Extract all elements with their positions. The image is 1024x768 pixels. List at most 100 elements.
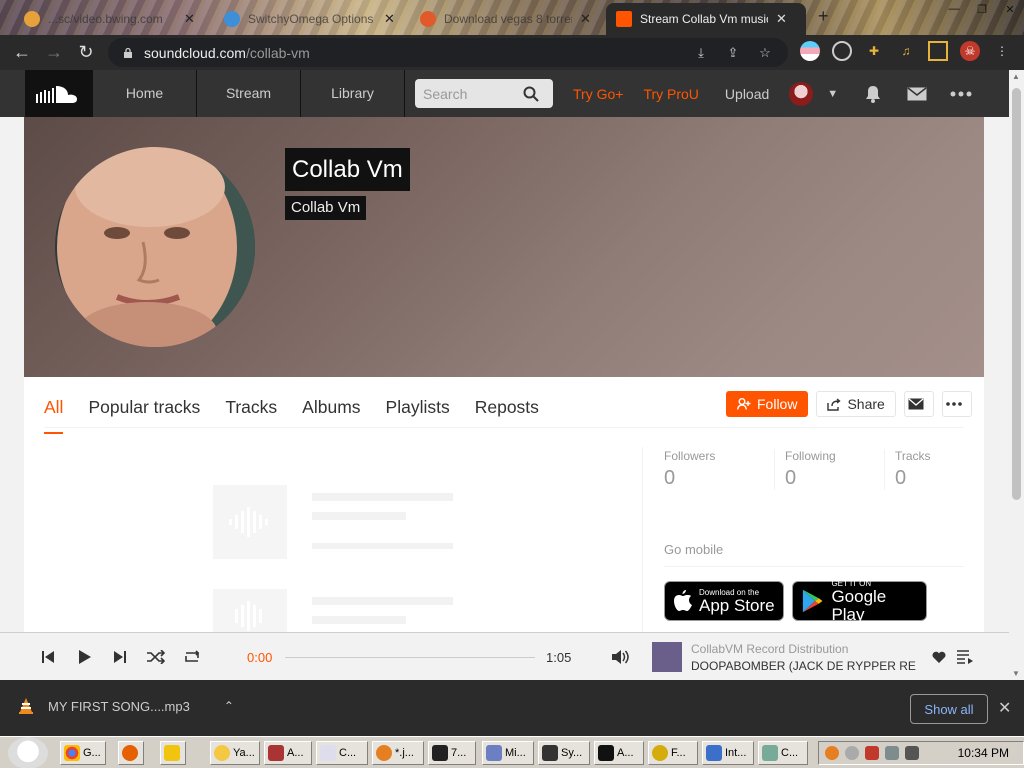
tray-search-icon[interactable]	[825, 746, 839, 760]
taskbar-item[interactable]: Ya...	[210, 741, 260, 765]
profile-avatar-icon[interactable]: ☠	[960, 41, 980, 61]
taskbar-item[interactable]	[160, 741, 186, 765]
browser-tab[interactable]: ...sc/video.bwing.com ✕	[14, 3, 210, 35]
more-actions-button[interactable]	[941, 391, 972, 417]
back-icon[interactable]: ←	[6, 37, 38, 69]
forward-icon[interactable]: →	[38, 37, 70, 69]
share-button[interactable]: Share	[816, 391, 896, 417]
browser-tab[interactable]: Download vegas 8 torrent ✕	[410, 3, 606, 35]
notepad-icon	[320, 745, 336, 761]
media-icon[interactable]: ♫	[896, 41, 916, 61]
taskbar-item[interactable]: Mi...	[482, 741, 534, 765]
close-icon[interactable]: ✕	[184, 11, 195, 27]
tab-playlists[interactable]: Playlists	[386, 397, 450, 434]
try-pro-link[interactable]: Try ProU	[643, 86, 698, 102]
taskbar-item[interactable]: C...	[758, 741, 808, 765]
install-app-icon[interactable]: ⤓	[692, 44, 710, 62]
nav-library[interactable]: Library	[301, 70, 405, 117]
tab-albums[interactable]: Albums	[302, 397, 360, 434]
browser-tab-active[interactable]: Stream Collab Vm music ✕	[606, 3, 806, 35]
start-button[interactable]	[8, 737, 48, 768]
notifications-bell-icon[interactable]	[862, 83, 884, 105]
flag-extension-icon[interactable]	[800, 41, 820, 61]
volume-icon[interactable]	[611, 647, 631, 667]
queue-list-icon[interactable]	[955, 647, 975, 667]
tab-all[interactable]: All	[44, 397, 64, 434]
sidebar-icon[interactable]	[928, 41, 948, 61]
stat-tracks[interactable]: Tracks 0	[884, 449, 994, 490]
more-options-icon[interactable]	[950, 83, 972, 105]
soundcloud-logo-icon[interactable]	[25, 70, 93, 117]
app-store-badge[interactable]: Download on the App Store	[664, 581, 784, 621]
tray-app-icon[interactable]	[845, 746, 859, 760]
scroll-up-icon[interactable]: ▲	[1012, 72, 1020, 81]
taskbar-item[interactable]: Sy...	[538, 741, 590, 765]
tab-popular-tracks[interactable]: Popular tracks	[88, 397, 200, 434]
tray-network-icon[interactable]	[885, 746, 899, 760]
clock[interactable]: 10:34 PM	[958, 746, 1009, 760]
playback-progress-bar[interactable]	[285, 657, 535, 658]
tab-reposts[interactable]: Reposts	[475, 397, 539, 434]
tray-security-icon[interactable]	[865, 746, 879, 760]
play-icon[interactable]	[75, 647, 95, 667]
now-playing-artist[interactable]: CollabVM Record Distribution	[691, 642, 848, 656]
show-all-downloads-button[interactable]: Show all	[910, 694, 988, 724]
page-scrollbar[interactable]: ▲ ▼	[1009, 70, 1024, 680]
taskbar-item[interactable]: A...	[264, 741, 312, 765]
minimize-icon[interactable]: —	[940, 0, 968, 18]
now-playing-title[interactable]: DOOPABOMBER (JACK DE RYPPER RE...	[691, 659, 916, 673]
chevron-down-icon[interactable]: ▼	[827, 88, 838, 100]
search-icon[interactable]	[523, 86, 539, 102]
google-play-badge[interactable]: GET IT ON Google Play	[792, 579, 927, 623]
scrollbar-thumb[interactable]	[1012, 88, 1021, 500]
repeat-icon[interactable]	[182, 647, 202, 667]
address-bar[interactable]: soundcloud.com/collab-vm ⤓ ⇪ ☆	[108, 38, 788, 67]
taskbar-item[interactable]	[118, 741, 144, 765]
share-page-icon[interactable]: ⇪	[724, 44, 742, 62]
bookmark-star-icon[interactable]: ☆	[756, 44, 774, 62]
try-go-plus-link[interactable]: Try Go+	[573, 86, 623, 102]
taskbar-item[interactable]: *.j...	[372, 741, 424, 765]
taskbar-item[interactable]: C...	[316, 741, 368, 765]
puzzle-extension-icon[interactable]: ✚	[864, 41, 884, 61]
tray-volume-icon[interactable]	[905, 746, 919, 760]
previous-track-icon[interactable]	[38, 647, 58, 667]
close-window-icon[interactable]: ✕	[996, 0, 1024, 18]
like-heart-icon[interactable]	[929, 647, 949, 667]
taskbar-item[interactable]: G...	[60, 741, 106, 765]
browser-menu-icon[interactable]: ⋮	[992, 41, 1012, 61]
messages-envelope-icon[interactable]	[906, 83, 928, 105]
close-icon[interactable]: ✕	[384, 11, 395, 27]
nav-home[interactable]: Home	[93, 70, 197, 117]
browser-tab[interactable]: SwitchyOmega Options ✕	[214, 3, 410, 35]
close-icon[interactable]: ✕	[580, 11, 591, 27]
tab-tracks[interactable]: Tracks	[225, 397, 277, 434]
new-tab-button[interactable]: +	[818, 6, 829, 27]
close-icon[interactable]: ✕	[776, 11, 787, 27]
download-item[interactable]: MY FIRST SONG....mp3 ⌃	[18, 698, 234, 714]
nav-stream[interactable]: Stream	[197, 70, 301, 117]
close-icon[interactable]: ✕	[998, 698, 1011, 718]
record-extension-icon[interactable]	[832, 41, 852, 61]
taskbar-item[interactable]: Int...	[702, 741, 754, 765]
upload-link[interactable]: Upload	[725, 86, 769, 102]
chevron-up-icon[interactable]: ⌃	[224, 699, 234, 713]
sysinternals-icon	[542, 745, 558, 761]
shuffle-icon[interactable]	[146, 647, 166, 667]
message-button[interactable]	[903, 391, 934, 417]
next-track-icon[interactable]	[110, 647, 130, 667]
taskbar-item[interactable]: A...	[594, 741, 644, 765]
restore-icon[interactable]: ❐	[968, 0, 996, 18]
stat-followers[interactable]: Followers 0	[664, 449, 774, 490]
reload-icon[interactable]: ↻	[70, 37, 102, 69]
now-playing-artwork[interactable]	[652, 642, 682, 672]
taskbar-item[interactable]: F...	[648, 741, 698, 765]
follow-button[interactable]: Follow	[726, 391, 809, 417]
user-avatar[interactable]	[789, 81, 814, 106]
scroll-down-icon[interactable]: ▼	[1012, 669, 1020, 678]
taskbar-item[interactable]: 7...	[428, 741, 476, 765]
windows-taskbar: G... Ya... A... C... *.j... 7... Mi... S…	[0, 736, 1024, 768]
search-input[interactable]	[423, 85, 523, 102]
apple-icon	[674, 590, 692, 611]
stat-following[interactable]: Following 0	[774, 449, 884, 490]
